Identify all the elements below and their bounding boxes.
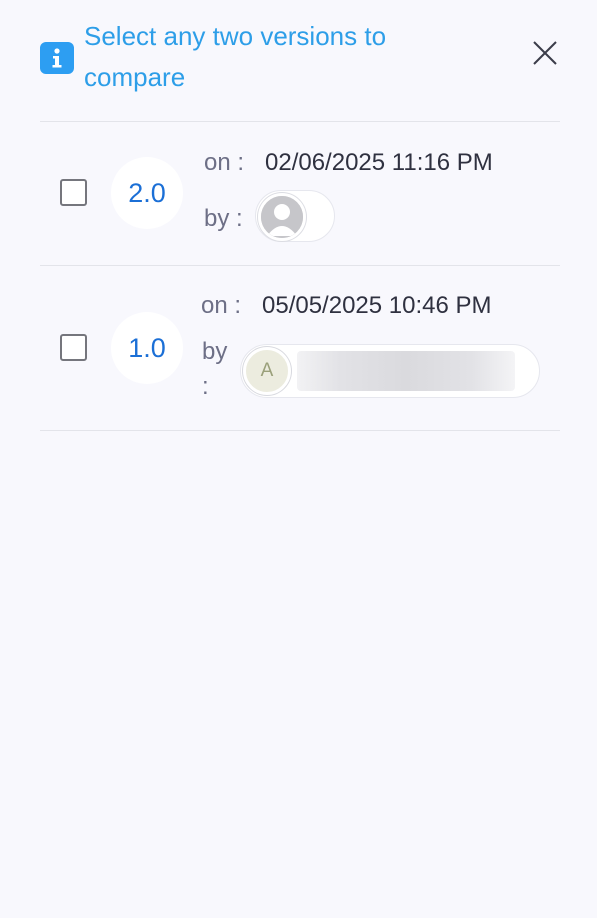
on-label: on :: [204, 149, 245, 176]
author-chip[interactable]: A: [240, 344, 540, 398]
version-number: 1.0: [111, 312, 183, 384]
author-name-redacted: [297, 351, 515, 391]
author-chip[interactable]: [255, 190, 335, 242]
version-row: 1.0 on : 05/05/2025 10:46 PM by : A: [40, 266, 560, 431]
version-date: 05/05/2025 10:46 PM: [262, 292, 492, 319]
user-avatar-icon: [258, 193, 306, 241]
info-icon: [40, 42, 74, 74]
version-date: 02/06/2025 11:16 PM: [265, 149, 493, 176]
by-label: by :: [204, 205, 243, 232]
on-label: on :: [201, 292, 242, 319]
version-checkbox[interactable]: [60, 334, 87, 361]
close-icon[interactable]: [530, 38, 560, 68]
author-initial-avatar: A: [243, 347, 291, 395]
version-row: 2.0 on : 02/06/2025 11:16 PM by :: [40, 122, 560, 266]
by-label-colon: :: [202, 373, 209, 400]
version-checkbox[interactable]: [60, 179, 87, 206]
compare-title: Select any two versions to compare: [84, 21, 387, 92]
version-number: 2.0: [111, 157, 183, 229]
compare-header: Select any two versions to compare: [40, 16, 560, 122]
by-label: by: [202, 338, 228, 365]
